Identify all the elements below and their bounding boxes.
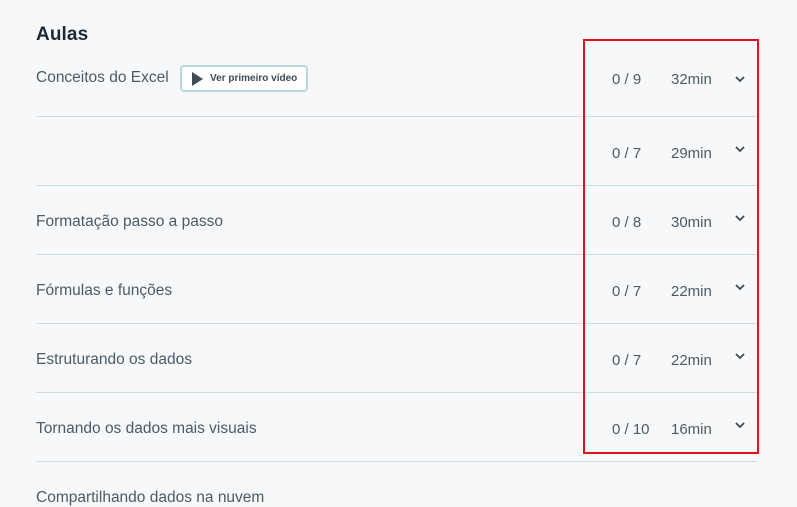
- lesson-progress: 0 / 7: [612, 352, 642, 369]
- lesson-list: Conceitos do Excel Ver primeiro vídeo 0 …: [36, 48, 757, 506]
- lesson-progress: 0 / 7: [612, 145, 642, 162]
- lesson-title: Conceitos do Excel: [36, 69, 169, 86]
- watch-first-video-button[interactable]: Ver primeiro vídeo: [180, 65, 308, 92]
- lesson-progress: 0 / 8: [612, 214, 642, 231]
- lesson-row[interactable]: Formatação passo a passo 0 / 7 29min: [36, 117, 757, 230]
- lesson-progress: 0 / 10: [612, 421, 650, 438]
- section-title: Aulas: [36, 24, 89, 45]
- chevron-down-icon[interactable]: [734, 214, 746, 222]
- lesson-row[interactable]: Tornando os dados mais visuais 0 / 7 22m…: [36, 324, 757, 437]
- chevron-down-icon[interactable]: [734, 421, 746, 429]
- chevron-down-icon[interactable]: [734, 145, 746, 153]
- lesson-row[interactable]: Conceitos do Excel Ver primeiro vídeo 0 …: [36, 48, 757, 117]
- lesson-duration: 30min: [671, 214, 712, 231]
- lesson-progress: 0 / 9: [612, 71, 642, 88]
- lesson-row[interactable]: Fórmulas e funções 0 / 8 30min: [36, 186, 757, 299]
- chevron-down-icon[interactable]: [734, 352, 746, 360]
- lesson-duration: 22min: [671, 352, 712, 369]
- chevron-down-icon[interactable]: [734, 283, 746, 291]
- lesson-duration: 29min: [671, 145, 712, 162]
- lesson-row[interactable]: Estruturando os dados 0 / 7 22min: [36, 255, 757, 368]
- chevron-down-icon[interactable]: [734, 75, 746, 83]
- lesson-duration: 32min: [671, 71, 712, 88]
- lesson-row[interactable]: Compartilhando dados na nuvem 0 / 10 16m…: [36, 393, 757, 506]
- lesson-duration: 22min: [671, 283, 712, 300]
- lesson-progress: 0 / 7: [612, 283, 642, 300]
- lesson-title: Compartilhando dados na nuvem: [36, 489, 265, 506]
- watch-first-video-label: Ver primeiro vídeo: [210, 73, 298, 84]
- play-icon: [192, 71, 203, 86]
- lesson-duration: 16min: [671, 421, 712, 438]
